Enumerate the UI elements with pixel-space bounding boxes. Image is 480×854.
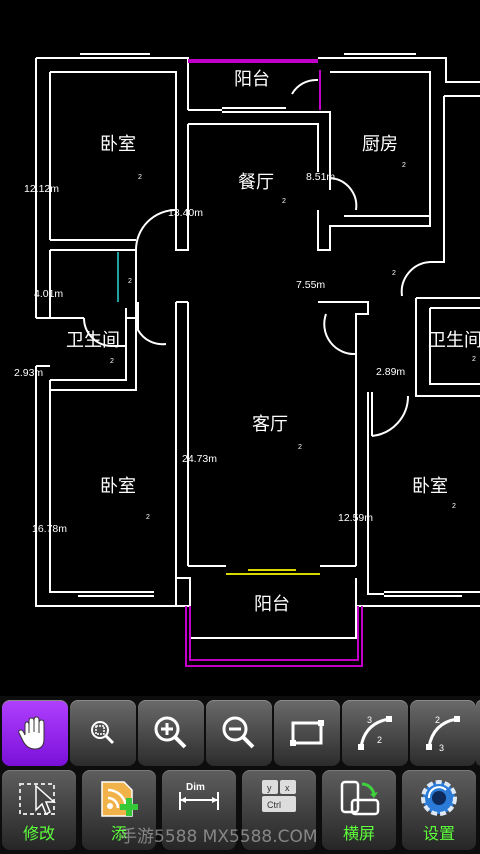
area-bathroom-left: 2.93m	[14, 367, 44, 379]
marker: 2	[472, 356, 476, 363]
marker: 2	[452, 503, 456, 510]
settings-label: 设置	[422, 824, 455, 843]
zoom-fit-icon	[91, 721, 115, 745]
area-bedroom-bottom-right: 12.59m	[338, 512, 374, 524]
zoom-out-button[interactable]	[206, 700, 272, 766]
settings-gear-icon	[421, 780, 457, 816]
rectangle-window-icon	[290, 720, 324, 746]
rotate-screen-icon	[340, 780, 380, 816]
room-label-balcony-bottom: 阳台	[254, 594, 290, 615]
svg-text:y: y	[267, 783, 272, 793]
bottom-toolbar: 2 3 2 3 修改 添 Dim y x Ctrl 横屏 设置 手游5588 M…	[0, 696, 480, 854]
marker: 2	[146, 514, 150, 521]
modify-label: 修改	[22, 824, 55, 843]
zoom-in-button[interactable]	[138, 700, 204, 766]
arc-three-point-button[interactable]: 2 3	[342, 700, 408, 766]
keyboard-ctrl-icon: y x Ctrl	[262, 780, 296, 812]
marker: 2	[110, 358, 114, 365]
floor-plan-canvas[interactable]: 卧室 阳台 厨房 餐厅 卫生间 卫生间 客厅 卧室 卧室 阳台 12.12m 1…	[0, 0, 480, 696]
room-label-kitchen: 厨房	[362, 134, 398, 155]
more-tools-edge[interactable]	[476, 700, 480, 766]
hand-pan-icon	[18, 716, 45, 750]
add-layer-icon	[101, 781, 138, 817]
room-label-bedroom-bottom-left: 卧室	[100, 476, 136, 497]
settings-button[interactable]: 设置	[402, 770, 476, 850]
area-hall-left: 4.01m	[34, 288, 64, 300]
window-select-button[interactable]	[274, 700, 340, 766]
marker: 2	[402, 162, 406, 169]
room-label-bathroom-right: 卫生间	[428, 330, 480, 351]
area-bedroom-bottom-left: 16.78m	[32, 523, 68, 535]
svg-text:Ctrl: Ctrl	[267, 800, 281, 810]
marker: 2	[282, 198, 286, 205]
room-label-balcony-top: 阳台	[234, 69, 270, 90]
room-label-bathroom-left: 卫生间	[66, 330, 120, 351]
area-hall-right: 7.55m	[296, 279, 326, 291]
svg-text:Dim: Dim	[186, 782, 205, 793]
svg-text:2: 2	[377, 735, 382, 745]
zoom-out-icon	[222, 716, 255, 749]
svg-text:x: x	[285, 783, 290, 793]
marker: 2	[298, 444, 302, 451]
arc-two-point-button[interactable]: 2 3	[410, 700, 476, 766]
area-kitchen: 8.51m	[306, 171, 336, 183]
marker: 2	[138, 174, 142, 181]
area-passage: 13.40m	[168, 207, 204, 219]
marker: 2	[128, 278, 132, 285]
arc-3point-icon: 2 3	[358, 715, 392, 750]
dimension-icon: Dim	[179, 782, 219, 810]
svg-text:3: 3	[367, 715, 372, 725]
svg-text:3: 3	[439, 743, 444, 753]
zoom-fit-button[interactable]	[70, 700, 136, 766]
room-label-bedroom-bottom-right: 卧室	[412, 476, 448, 497]
room-label-living: 客厅	[252, 414, 288, 435]
modify-button[interactable]: 修改	[2, 770, 76, 850]
marker: 2	[392, 270, 396, 277]
area-bathroom-right: 2.89m	[376, 366, 406, 378]
landscape-button[interactable]: 横屏	[322, 770, 396, 850]
zoom-in-icon	[154, 716, 187, 749]
pan-tool-button[interactable]	[2, 700, 68, 766]
arc-2point-icon: 2 3	[426, 715, 460, 753]
room-label-dining: 餐厅	[238, 172, 274, 193]
landscape-label: 横屏	[342, 824, 375, 843]
watermark: 手游5588 MX5588.COM	[120, 827, 318, 847]
area-bedroom-top-left: 12.12m	[24, 183, 60, 195]
room-label-bedroom-top-left: 卧室	[100, 134, 136, 155]
svg-text:2: 2	[435, 715, 440, 725]
area-living: 24.73m	[182, 453, 218, 465]
select-cursor-icon	[19, 783, 56, 816]
